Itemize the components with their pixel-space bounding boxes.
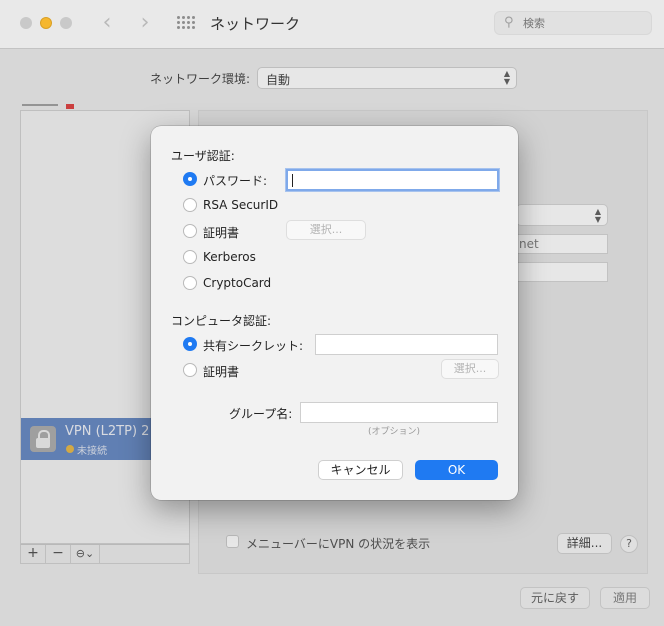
user-certificate-option-label: 証明書 [203, 226, 240, 240]
zoom-window-button[interactable] [60, 17, 72, 29]
group-name-input[interactable] [301, 403, 497, 422]
password-field[interactable] [286, 169, 499, 191]
shared-secret-field[interactable] [315, 334, 498, 355]
computer-certificate-option-label: 証明書 [203, 365, 240, 379]
kerberos-option-label: Kerberos [203, 250, 256, 264]
shared-secret-input[interactable] [316, 335, 497, 354]
group-name-field[interactable] [300, 402, 498, 423]
user-auth-label: ユーザ認証: [171, 149, 235, 163]
search-input[interactable] [523, 15, 643, 31]
search-icon: ⚲ [504, 15, 514, 30]
chevron-left-icon[interactable]: ‹ [97, 12, 117, 34]
user-certificate-radio[interactable] [183, 224, 197, 238]
minimize-window-button[interactable] [40, 17, 52, 29]
authentication-dialog: ユーザ認証: パスワード: RSA SecurID 証明書 選択... Kerb… [151, 126, 518, 500]
grid-icon[interactable] [177, 16, 195, 30]
kerberos-radio[interactable] [183, 250, 197, 264]
password-option-label: パスワード: [203, 174, 268, 188]
window-title: ネットワーク [210, 15, 301, 33]
text-caret [292, 174, 293, 187]
rsa-securid-radio[interactable] [183, 198, 197, 212]
password-input[interactable] [288, 171, 497, 189]
password-radio[interactable] [183, 172, 197, 186]
shared-secret-option-label: 共有シークレット: [203, 339, 304, 353]
group-name-hint: (オプション) [368, 427, 421, 437]
chevron-right-icon[interactable]: › [135, 12, 155, 34]
computer-certificate-select-button[interactable]: 選択... [441, 359, 499, 379]
rsa-securid-option-label: RSA SecurID [203, 198, 279, 212]
cancel-button[interactable]: キャンセル [318, 460, 403, 480]
search-box[interactable]: ⚲ [494, 11, 652, 35]
group-name-label: グループ名: [229, 407, 293, 421]
computer-certificate-radio[interactable] [183, 363, 197, 377]
shared-secret-radio[interactable] [183, 337, 197, 351]
ok-button[interactable]: OK [415, 460, 498, 480]
cryptocard-option-label: CryptoCard [203, 276, 272, 290]
close-window-button[interactable] [20, 17, 32, 29]
title-bar: ‹ › ネットワーク ⚲ [0, 0, 664, 49]
computer-auth-label: コンピュータ認証: [171, 314, 272, 328]
user-certificate-select-button[interactable]: 選択... [286, 220, 366, 240]
cryptocard-radio[interactable] [183, 276, 197, 290]
